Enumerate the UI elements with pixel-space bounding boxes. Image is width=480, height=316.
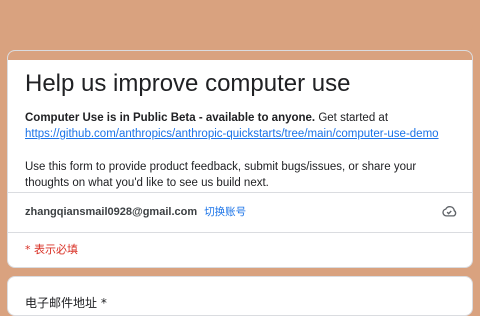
question-label: 电子邮件地址 * bbox=[25, 296, 107, 310]
github-link[interactable]: https://github.com/anthropics/anthropic-… bbox=[25, 128, 439, 140]
account-info: zhangqiansmail0928@gmail.com 切换账号 bbox=[25, 204, 246, 219]
form-header-card: Help us improve computer use Computer Us… bbox=[7, 50, 473, 268]
card-accent-bar bbox=[8, 51, 472, 60]
required-note: * 表示必填 bbox=[25, 243, 78, 256]
cloud-saved-icon bbox=[440, 202, 458, 220]
divider bbox=[8, 232, 472, 233]
switch-account-link[interactable]: 切换账号 bbox=[204, 206, 246, 218]
account-email: zhangqiansmail0928@gmail.com bbox=[25, 205, 198, 218]
description-paragraph-2: Use this form to provide product feedbac… bbox=[25, 161, 417, 189]
account-row: zhangqiansmail0928@gmail.com 切换账号 bbox=[25, 199, 458, 223]
form-description: Computer Use is in Public Beta - availab… bbox=[25, 110, 455, 191]
header-banner bbox=[7, 0, 473, 33]
description-paragraph-1: Computer Use is in Public Beta - availab… bbox=[25, 110, 455, 142]
question-card-email: 电子邮件地址 * bbox=[7, 276, 473, 316]
beta-notice: Computer Use is in Public Beta - availab… bbox=[25, 112, 316, 124]
form-title: Help us improve computer use bbox=[25, 70, 351, 97]
divider bbox=[8, 192, 472, 193]
get-started-text: Get started at bbox=[315, 112, 389, 124]
